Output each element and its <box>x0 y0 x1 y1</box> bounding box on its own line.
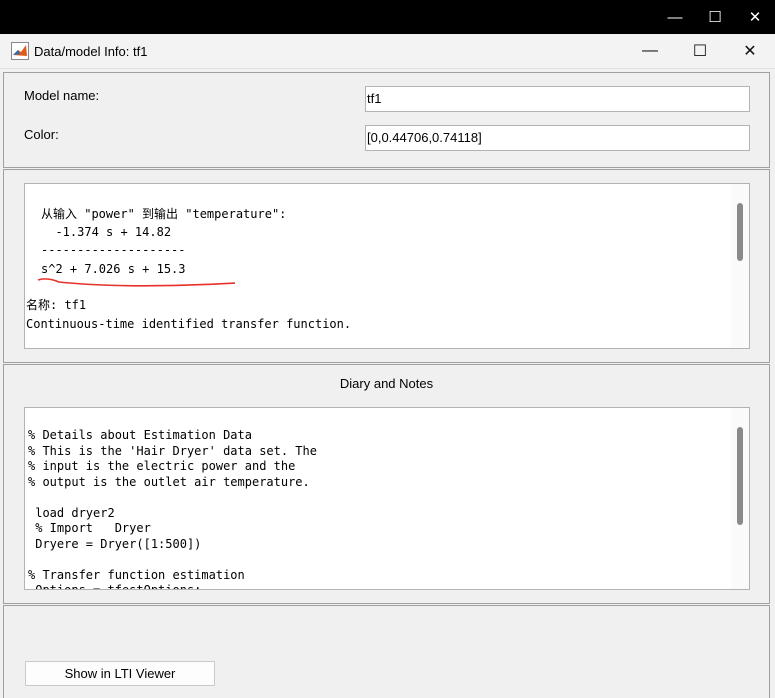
model-info-panel: 从输入 "power" 到输出 "temperature": -1.374 s … <box>3 169 770 363</box>
info-line-denominator: s^2 + 7.026 s + 15.3 <box>41 262 186 276</box>
outer-titlebar: — ☐ ✕ <box>0 0 775 34</box>
diary-line: % input is the electric power and the <box>28 459 296 473</box>
outer-close-button[interactable]: ✕ <box>735 0 775 34</box>
info-scrollbar[interactable] <box>731 184 749 348</box>
diary-line: % Details about Estimation Data <box>28 428 252 442</box>
diary-line: % output is the outlet air temperature. <box>28 475 310 489</box>
red-underline-annotation <box>37 278 235 287</box>
minimize-button[interactable]: — <box>625 34 675 68</box>
outer-window-controls: — ☐ ✕ <box>655 0 775 34</box>
show-in-lti-viewer-button[interactable]: Show in LTI Viewer <box>25 661 215 686</box>
outer-minimize-button[interactable]: — <box>655 0 695 34</box>
diary-line: % This is the 'Hair Dryer' data set. The <box>28 444 317 458</box>
info-line-description: Continuous-time identified transfer func… <box>26 317 352 331</box>
diary-line: % Import Dryer <box>28 521 151 535</box>
maximize-button[interactable]: ☐ <box>675 34 725 68</box>
actions-panel: Show in LTI Viewer <box>3 605 770 698</box>
window-controls: — ☐ ✕ <box>625 34 775 68</box>
model-properties-panel: Model name: tf1 Color: [0,0.44706,0.7411… <box>3 72 770 168</box>
diary-panel: Diary and Notes % Details about Estimati… <box>3 364 770 604</box>
diary-text[interactable]: % Details about Estimation Data % This i… <box>24 407 750 590</box>
diary-title: Diary and Notes <box>339 376 434 391</box>
info-line-numerator: -1.374 s + 14.82 <box>41 225 172 239</box>
info-line-name: 名称: tf1 <box>26 298 87 312</box>
diary-scrollbar-thumb[interactable] <box>737 427 743 525</box>
matlab-logo-icon <box>11 42 29 60</box>
color-label: Color: <box>24 127 59 142</box>
diary-line: Dryere = Dryer([1:500]) <box>28 537 202 551</box>
diary-line: % Transfer function estimation <box>28 568 245 582</box>
info-line-io: 从输入 "power" 到输出 "temperature": <box>41 207 287 221</box>
model-info-text[interactable]: 从输入 "power" 到输出 "temperature": -1.374 s … <box>24 183 750 349</box>
model-name-label: Model name: <box>24 88 100 103</box>
diary-scrollbar[interactable] <box>731 408 749 589</box>
color-field[interactable]: [0,0.44706,0.74118] <box>365 125 750 151</box>
info-scrollbar-thumb[interactable] <box>737 203 743 261</box>
close-button[interactable]: ✕ <box>725 34 775 68</box>
outer-maximize-button[interactable]: ☐ <box>695 0 735 34</box>
diary-line: Options = tfestOptions; <box>28 583 202 590</box>
window-titlebar: Data/model Info: tf1 — ☐ ✕ <box>0 34 775 69</box>
model-name-field[interactable]: tf1 <box>365 86 750 112</box>
diary-line: load dryer2 <box>28 506 115 520</box>
window-title: Data/model Info: tf1 <box>34 44 148 59</box>
info-line-divider: -------------------- <box>41 243 186 257</box>
